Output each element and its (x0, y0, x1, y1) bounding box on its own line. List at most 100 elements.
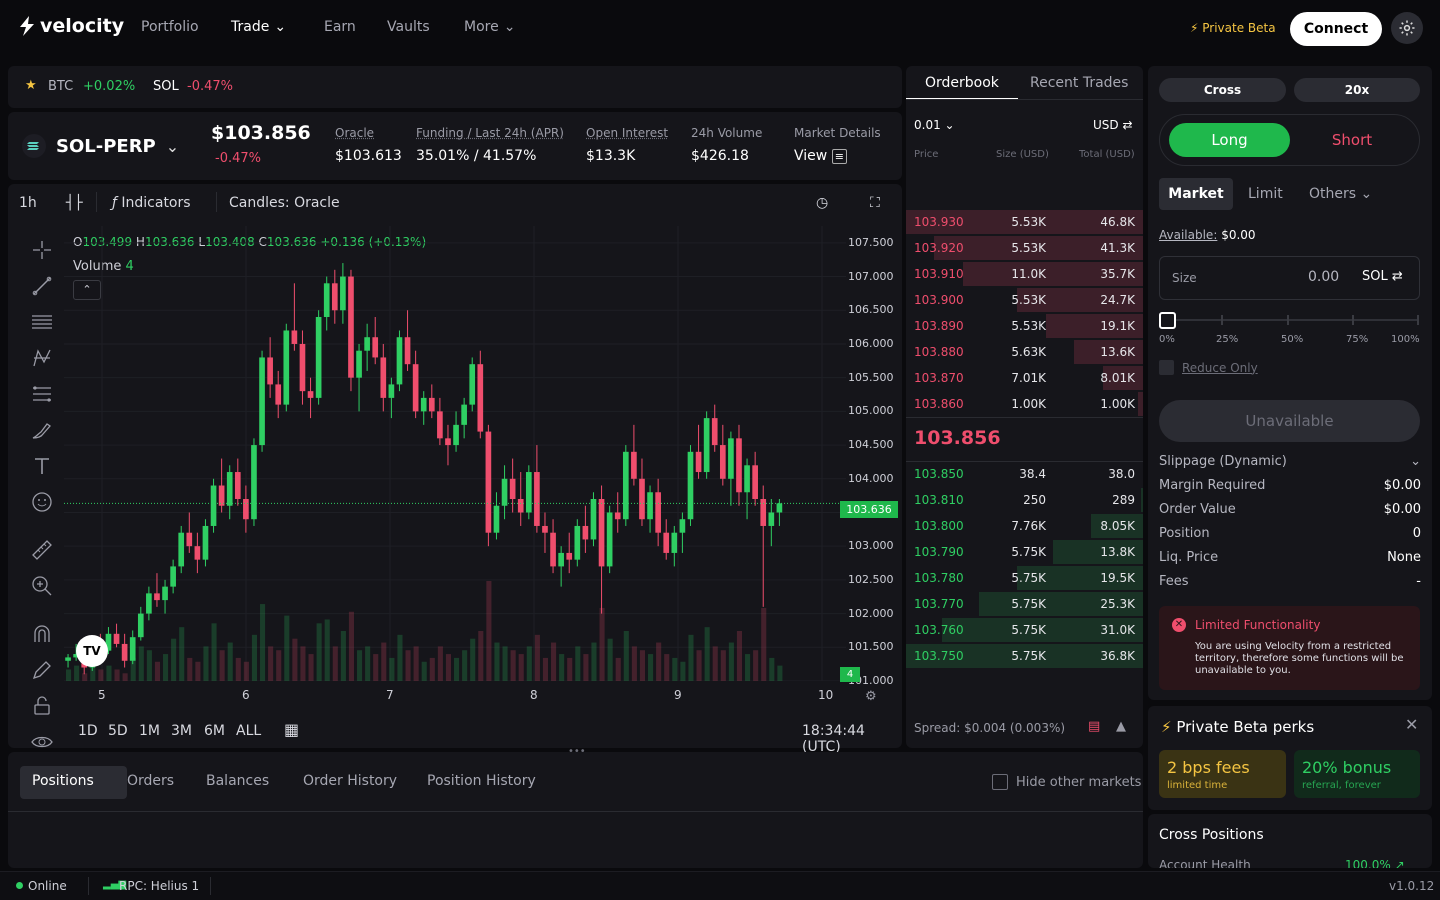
ask-row[interactable]: 103.930 5.53K 46.8K (906, 209, 1143, 235)
brand-logo[interactable]: velocity (18, 15, 124, 37)
slider-tick (1352, 315, 1354, 325)
slider-handle[interactable] (1159, 312, 1176, 329)
close-icon[interactable]: ✕ (1405, 715, 1418, 734)
settings-button[interactable] (1391, 12, 1423, 44)
pencil-lock-icon[interactable] (30, 658, 54, 682)
bid-row[interactable]: 103.760 5.75K 31.0K (906, 617, 1143, 643)
ask-row[interactable]: 103.880 5.63K 13.6K (906, 339, 1143, 365)
bid-row[interactable]: 103.850 38.4 38.0 (906, 461, 1143, 487)
margin-mode-button[interactable]: Cross (1159, 78, 1286, 102)
range-3m[interactable]: 3M (171, 723, 192, 739)
emoji-icon[interactable] (30, 490, 54, 514)
ask-row[interactable]: 103.910 11.0K 35.7K (906, 261, 1143, 287)
stat-label[interactable]: Funding / Last 24h (APR) (416, 126, 564, 140)
order-type-others[interactable]: Others ⌄ (1309, 186, 1372, 202)
pattern-icon[interactable] (30, 346, 54, 370)
tab-position-history[interactable]: Position History (427, 773, 536, 789)
tab-orderbook[interactable]: Orderbook (925, 75, 999, 91)
tradingview-logo-icon[interactable]: TV (76, 635, 108, 667)
submit-order-button[interactable]: Unavailable (1159, 400, 1420, 442)
market-selector[interactable]: SOL-PERP ⌄ (22, 134, 179, 158)
leverage-button[interactable]: 20x (1294, 78, 1420, 102)
bid-row[interactable]: 103.800 7.76K 8.05K (906, 513, 1143, 539)
nav-portfolio[interactable]: Portfolio (141, 19, 199, 35)
connect-button[interactable]: Connect (1290, 12, 1382, 46)
horizontal-lines-icon[interactable] (30, 310, 54, 334)
account-health-value[interactable]: 100.0% ↗ (1345, 858, 1405, 868)
text-icon[interactable] (30, 454, 54, 478)
size-slider[interactable] (1159, 312, 1421, 336)
fullscreen-icon[interactable]: ⛶ (870, 195, 880, 211)
ruler-icon[interactable] (30, 538, 54, 562)
size-input[interactable]: Size 0.00 SOL ⇄ (1159, 256, 1420, 300)
nav-trade[interactable]: Trade ⌄ (231, 19, 286, 35)
candlestick-chart[interactable] (64, 226, 846, 681)
long-button[interactable]: Long (1169, 123, 1290, 157)
range-5d[interactable]: 5D (108, 723, 128, 739)
ask-row[interactable]: 103.860 1.00K 1.00K (906, 391, 1143, 417)
watch-btc-symbol[interactable]: BTC (48, 79, 73, 94)
slippage-row[interactable]: Slippage (Dynamic) ⌄ (1159, 454, 1421, 469)
unit-toggle[interactable]: USD ⇄ (1093, 118, 1133, 132)
trendline-icon[interactable] (30, 274, 54, 298)
nav-earn[interactable]: Earn (324, 19, 356, 35)
ask-row[interactable]: 103.900 5.53K 24.7K (906, 287, 1143, 313)
tab-balances[interactable]: Balances (206, 773, 269, 789)
book-view-both-icon[interactable]: ▤ (1088, 719, 1100, 734)
indicators-button[interactable]: ƒ Indicators (112, 195, 191, 211)
order-type-market[interactable]: Market (1159, 178, 1233, 210)
stat-label[interactable]: Oracle (335, 126, 402, 140)
slider-mark-75[interactable]: 75% (1346, 334, 1368, 345)
tab-order-history[interactable]: Order History (303, 773, 397, 789)
zoom-in-icon[interactable] (30, 574, 54, 598)
slider-mark-100[interactable]: 100% (1391, 334, 1420, 345)
range-1d[interactable]: 1D (78, 723, 98, 739)
slider-mark-25[interactable]: 25% (1216, 334, 1238, 345)
candle-body (590, 499, 597, 540)
watch-sol-symbol[interactable]: SOL (153, 79, 179, 94)
nav-more[interactable]: More ⌄ (464, 19, 515, 35)
lock-icon[interactable] (30, 694, 54, 718)
magnet-icon[interactable] (30, 622, 54, 646)
ask-row[interactable]: 103.920 5.53K 41.3K (906, 235, 1143, 261)
fib-icon[interactable] (30, 382, 54, 406)
slider-mark-0[interactable]: 0% (1159, 334, 1175, 345)
bid-row[interactable]: 103.810 250 289 (906, 487, 1143, 513)
ask-row[interactable]: 103.890 5.53K 19.1K (906, 313, 1143, 339)
hide-other-markets-checkbox[interactable]: Hide other markets (992, 774, 1141, 790)
bid-row[interactable]: 103.770 5.75K 25.3K (906, 591, 1143, 617)
range-all[interactable]: ALL (236, 723, 261, 739)
nav-vaults[interactable]: Vaults (387, 19, 430, 35)
star-icon[interactable]: ★ (25, 78, 37, 93)
tab-recent-trades[interactable]: Recent Trades (1030, 75, 1128, 91)
stat-label[interactable]: Open Interest (586, 126, 668, 140)
tab-positions[interactable]: Positions (32, 773, 94, 789)
bid-row[interactable]: 103.780 5.75K 19.5K (906, 565, 1143, 591)
brush-icon[interactable] (30, 418, 54, 442)
candle-style-icon[interactable]: ┤├ (66, 195, 83, 211)
resize-handle[interactable]: ••• (568, 746, 586, 757)
ask-row[interactable]: 103.870 7.01K 8.01K (906, 365, 1143, 391)
order-type-limit[interactable]: Limit (1248, 186, 1283, 202)
rpc-status[interactable]: RPC: Helius 1 (119, 879, 199, 893)
crosshair-icon[interactable] (30, 238, 54, 262)
chart-settings-icon[interactable]: ⚙ (865, 689, 877, 704)
slider-mark-50[interactable]: 50% (1281, 334, 1303, 345)
private-beta-badge[interactable]: ⚡ Private Beta (1190, 21, 1276, 35)
candles-source-button[interactable]: Candles: Oracle (229, 195, 340, 211)
market-details-view-link[interactable]: View ≡ (794, 148, 881, 164)
screenshot-icon[interactable]: ◷ (816, 195, 828, 211)
interval-select[interactable]: 1h (19, 195, 37, 211)
book-view-depth-icon[interactable]: ▲ (1116, 719, 1126, 734)
tick-size-select[interactable]: 0.01 ⌄ (914, 118, 955, 132)
range-1m[interactable]: 1M (139, 723, 160, 739)
eye-icon[interactable] (30, 730, 54, 748)
range-6m[interactable]: 6M (204, 723, 225, 739)
bid-row[interactable]: 103.750 5.75K 36.8K (906, 643, 1143, 669)
reduce-only-checkbox[interactable]: Reduce Only (1159, 360, 1258, 375)
calendar-icon[interactable]: ▦ (284, 720, 299, 739)
size-unit-toggle[interactable]: SOL ⇄ (1362, 269, 1403, 284)
tab-orders[interactable]: Orders (127, 773, 174, 789)
bid-row[interactable]: 103.790 5.75K 13.8K (906, 539, 1143, 565)
short-button[interactable]: Short (1297, 123, 1407, 157)
